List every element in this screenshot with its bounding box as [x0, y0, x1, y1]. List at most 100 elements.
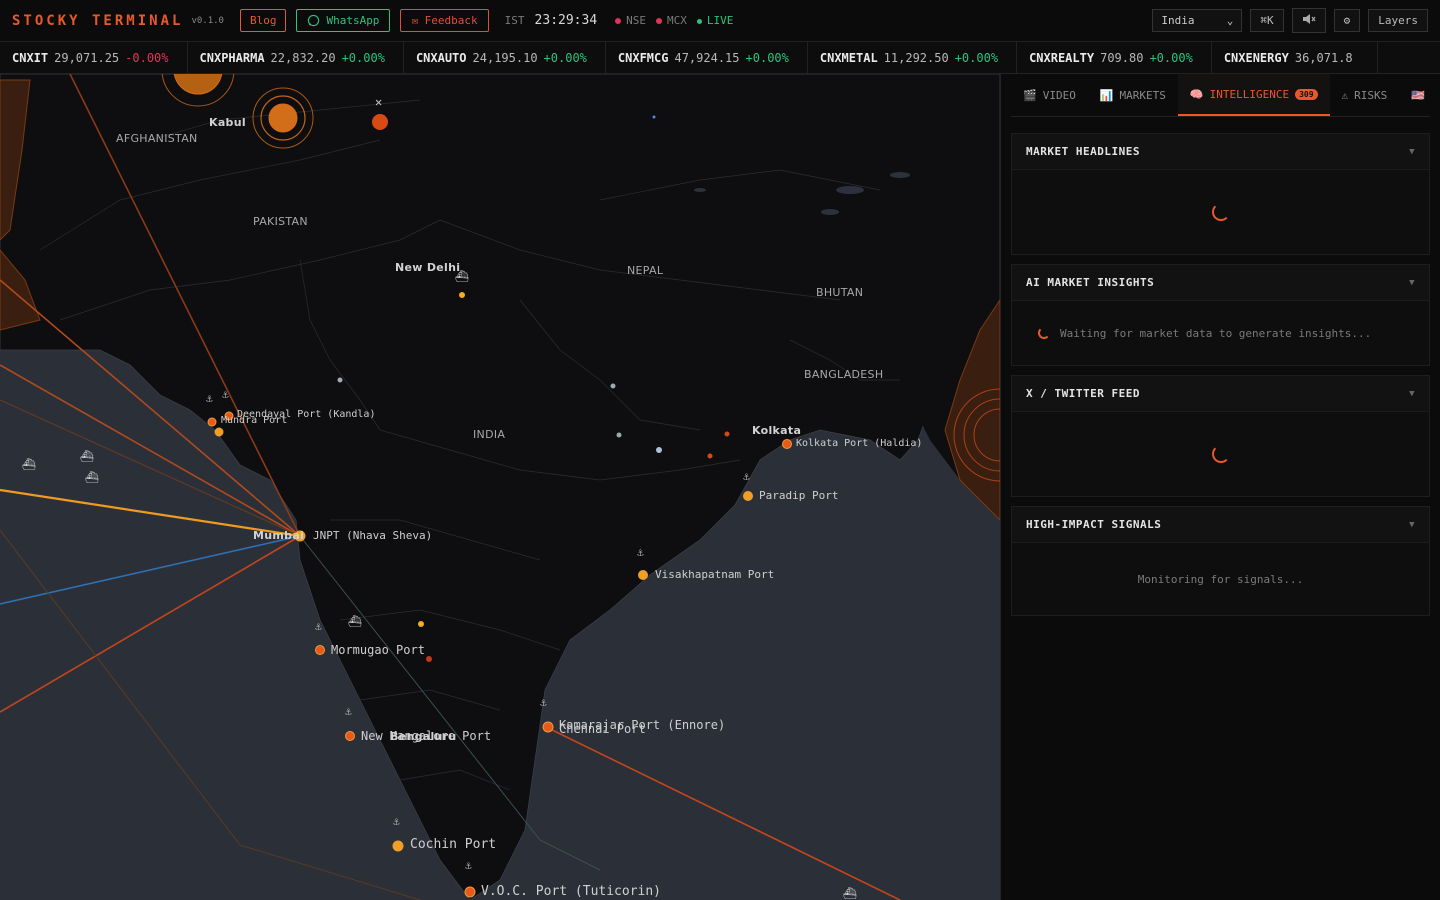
tab-intelligence[interactable]: 🧠 INTELLIGENCE 309	[1177, 74, 1330, 116]
country-label: NEPAL	[627, 264, 664, 277]
port-label[interactable]: Mundra Port	[221, 415, 287, 426]
port-label[interactable]: Visakhapatnam Port	[655, 568, 774, 581]
speaker-muted-icon	[1302, 14, 1316, 24]
ticker-change: +0.00%	[745, 50, 789, 65]
chevron-down-icon: ▼	[1409, 388, 1415, 399]
sound-toggle-button[interactable]	[1291, 8, 1326, 33]
ticker-price: 47,924.15	[674, 50, 740, 65]
anchor-icon: ⚓	[636, 546, 644, 559]
live-dot-icon	[696, 19, 702, 24]
layers-button[interactable]: Layers	[1368, 9, 1428, 32]
ticker-item[interactable]: CNXIT 29,071.25 -0.00%	[0, 42, 188, 73]
port-label[interactable]: New Mangalore Port	[361, 729, 491, 743]
chevron-down-icon: ▼	[1409, 519, 1415, 530]
anchor-icon: ⚓	[742, 470, 750, 483]
ticker-change: +0.00%	[341, 50, 385, 65]
country-label: PAKISTAN	[253, 215, 308, 228]
ship-icon: ⛴	[348, 615, 362, 628]
port-label[interactable]: Chennai Port	[559, 722, 646, 736]
ship-icon: ⛴	[22, 458, 36, 471]
tab-risks[interactable]: ⚠ RISKS	[1330, 74, 1400, 116]
anchor-icon: ⚓	[205, 392, 213, 405]
card-header[interactable]: X / TWITTER FEED ▼	[1012, 376, 1429, 412]
live-indicator: LIVE	[696, 14, 733, 27]
card-body: Monitoring for signals...	[1137, 572, 1304, 586]
anchor-icon: ⚓	[344, 705, 352, 718]
route-line	[0, 535, 301, 605]
ticker-item[interactable]: CNXENERGY 36,071.8	[1212, 42, 1378, 73]
country-label: BHUTAN	[816, 286, 864, 299]
port-marker	[782, 439, 792, 449]
ticker-strip: CNXIT 29,071.25 -0.00% CNXPHARMA 22,832.20 +0…	[0, 42, 1440, 74]
loading-spinner-icon	[1038, 327, 1050, 339]
map-canvas[interactable]: ⛴ ⛴ ⛴ ⛴ ⛴ ⛴ ⚓ ⚓ ⚓ ⚓ ⚓ ⚓ ⚓ ⚓ ⚓ ✕	[0, 74, 1000, 900]
app-title: STOCKY TERMINAL	[12, 12, 184, 29]
panel-tabs: 🎬 VIDEO 📊 MARKETS 🧠 INTELLIGENCE 309 ⚠ RISKS …	[1011, 74, 1430, 117]
chart-icon: 📊	[1099, 88, 1114, 102]
side-panel: 🎬 VIDEO 📊 MARKETS 🧠 INTELLIGENCE 309 ⚠ RISKS …	[1000, 74, 1440, 900]
ticker-item[interactable]: CNXREALTY 709.80 +0.00%	[1017, 42, 1212, 73]
warning-icon: ⚠	[1341, 88, 1349, 102]
app-version: v0.1.0	[191, 15, 224, 26]
clock: 23:29:34	[534, 13, 598, 28]
ticker-price: 11,292.50	[883, 50, 949, 65]
card-body	[1012, 412, 1429, 496]
country-select[interactable]: India ⌄	[1152, 9, 1243, 32]
tab-us[interactable]: 🇺🇸	[1399, 74, 1437, 116]
port-label[interactable]: Kolkata Port (Haldia)	[796, 438, 922, 449]
tab-video[interactable]: 🎬 VIDEO	[1011, 74, 1088, 116]
ticker-symbol: CNXIT	[12, 50, 49, 65]
city-label: Kabul	[209, 116, 246, 129]
route-line	[547, 727, 901, 900]
city-label: New Delhi	[395, 261, 461, 274]
ticker-change: -0.00%	[125, 50, 169, 65]
ticker-price: 22,832.20	[270, 50, 336, 65]
count-badge: 309	[1295, 88, 1318, 100]
ticker-change: +0.00%	[1149, 50, 1193, 65]
close-icon: ✕	[375, 95, 382, 109]
port-marker	[464, 886, 476, 898]
ticker-price: 709.80	[1100, 50, 1144, 65]
route-line	[0, 535, 301, 713]
brain-icon: 🧠	[1189, 87, 1204, 101]
card-header[interactable]: MARKET HEADLINES ▼	[1012, 134, 1429, 170]
ticker-symbol: CNXAUTO	[415, 50, 467, 65]
ship-icon: ⛴	[843, 887, 857, 900]
anchor-icon: ⚓	[221, 388, 229, 401]
status-dot-icon	[615, 18, 622, 24]
map-view[interactable]: ⛴ ⛴ ⛴ ⛴ ⛴ ⛴ ⚓ ⚓ ⚓ ⚓ ⚓ ⚓ ⚓ ⚓ ⚓ ✕ AFGHANIS…	[0, 74, 1000, 900]
port-label[interactable]: Cochin Port	[410, 837, 496, 852]
status-dot-icon	[656, 18, 663, 24]
ship-icon: ⛴	[85, 471, 99, 484]
settings-button[interactable]: ⚙	[1333, 9, 1361, 32]
ticker-item[interactable]: CNXMETAL 11,292.50 +0.00%	[808, 42, 1018, 73]
tab-markets[interactable]: 📊 MARKETS	[1088, 74, 1178, 116]
ticker-symbol: CNXFMCG	[617, 50, 669, 65]
port-label[interactable]: JNPT (Nhava Sheva)	[313, 529, 432, 542]
ticker-price: 24,195.10	[472, 50, 538, 65]
whatsapp-button[interactable]: WhatsApp	[296, 9, 391, 32]
ticker-item[interactable]: CNXFMCG 47,924.15 +0.00%	[606, 42, 808, 73]
port-marker	[214, 427, 224, 437]
port-label[interactable]: Paradip Port	[759, 489, 838, 502]
ticker-symbol: CNXENERGY	[1223, 50, 1289, 65]
whatsapp-label: WhatsApp	[326, 14, 380, 27]
clapper-icon: 🎬	[1023, 88, 1037, 102]
ticker-change: +0.00%	[954, 50, 999, 65]
port-label[interactable]: V.O.C. Port (Tuticorin)	[481, 884, 661, 899]
card-header[interactable]: HIGH-IMPACT SIGNALS ▼	[1012, 507, 1429, 543]
card-header[interactable]: AI MARKET INSIGHTS ▼	[1012, 265, 1429, 301]
feedback-button[interactable]: ✉ Feedback	[400, 9, 489, 32]
ticker-item[interactable]: CNXAUTO 24,195.10 +0.00%	[404, 42, 606, 73]
whatsapp-icon	[308, 14, 320, 27]
port-marker	[315, 645, 325, 655]
port-marker	[207, 417, 217, 427]
command-palette-button[interactable]: ⌘K	[1250, 9, 1284, 32]
port-label[interactable]: Mormugao Port	[331, 643, 425, 657]
exchange-nse: NSE	[615, 14, 646, 27]
ticker-item[interactable]: CNXPHARMA 22,832.20 +0.00%	[188, 42, 404, 73]
us-flag-icon: 🇺🇸	[1411, 88, 1425, 102]
blog-button[interactable]: Blog	[239, 9, 287, 32]
loading-spinner-icon	[1211, 203, 1230, 221]
exchange-mcx: MCX	[656, 14, 687, 27]
